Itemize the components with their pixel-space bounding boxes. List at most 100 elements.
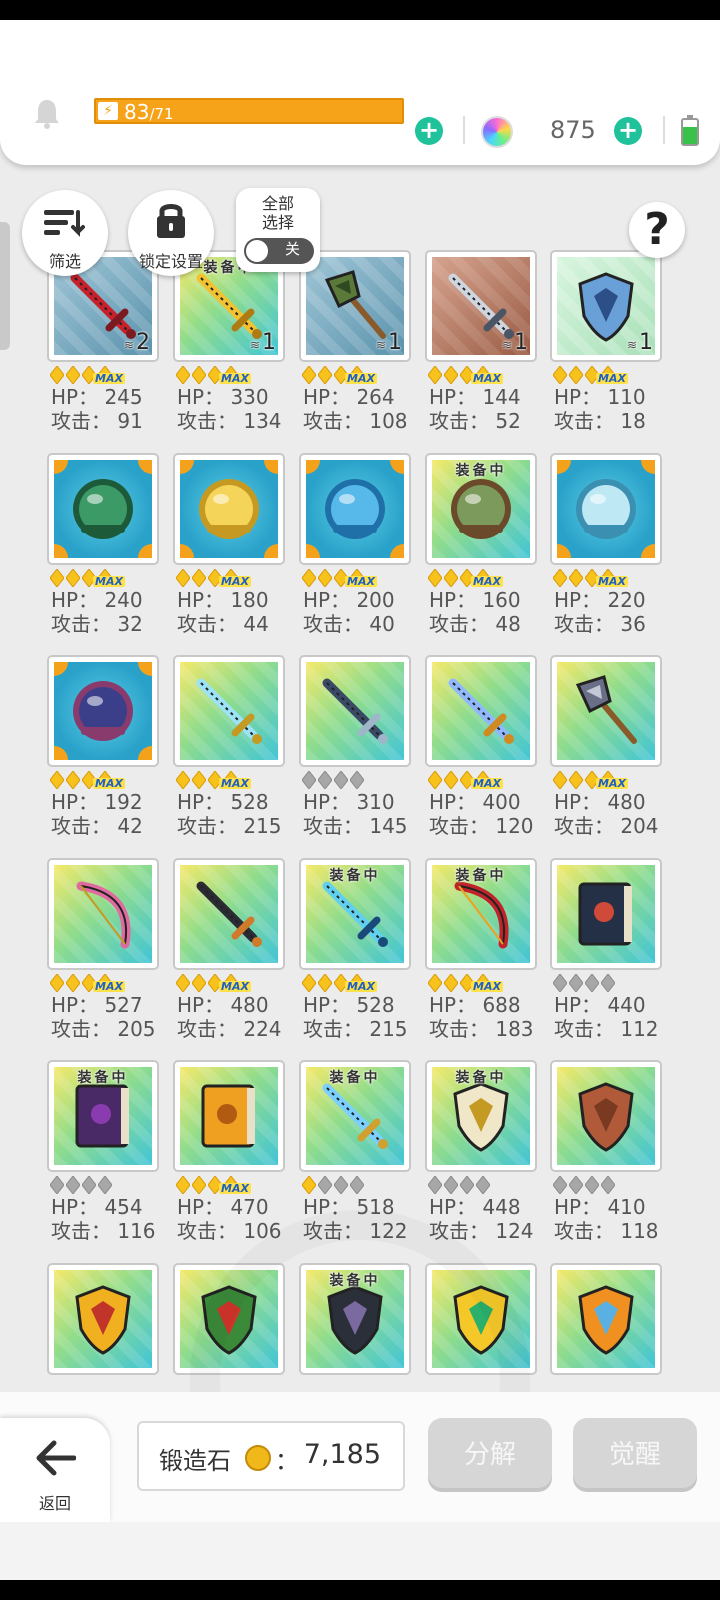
gold-star-icon	[66, 771, 80, 789]
stack-icon: ≋	[123, 338, 134, 352]
equipment-card[interactable]: HP： 410 攻击： 118	[550, 1060, 662, 1260]
attack-stat: 攻击： 32	[51, 612, 143, 636]
hp-stat: HP： 160	[429, 588, 521, 612]
dark-lance-icon	[322, 678, 388, 744]
flame-bow-icon	[454, 881, 509, 949]
stack-count: ≋1	[627, 330, 653, 355]
sun-tome-icon	[201, 1084, 255, 1148]
equipment-card[interactable]: ≋2 MAX HP： 245 攻击： 91	[47, 250, 159, 450]
select-all-toggle[interactable]: 关	[244, 238, 314, 264]
gray-star-icon	[569, 1176, 583, 1194]
equipped-badge: 装备中	[329, 868, 381, 884]
max-level-tag: MAX	[471, 372, 503, 385]
filter-button[interactable]: 筛选	[22, 190, 108, 276]
max-level-tag: MAX	[219, 575, 251, 588]
lock-settings-button[interactable]: 锁定设置	[128, 190, 214, 276]
equipment-art	[54, 460, 152, 558]
gold-star-icon	[318, 366, 332, 384]
gold-star-icon	[50, 569, 64, 587]
equipment-card[interactable]: MAX HP： 480 攻击： 224	[173, 858, 285, 1058]
equipment-card[interactable]: MAX HP： 192 攻击： 42	[47, 655, 159, 855]
equipment-art	[557, 1270, 655, 1368]
attack-stat: 攻击： 42	[51, 814, 143, 838]
max-level-tag: MAX	[471, 575, 503, 588]
gold-star-icon	[428, 771, 442, 789]
attack-stat: 攻击： 205	[51, 1017, 156, 1041]
max-level-tag: MAX	[471, 980, 503, 993]
hp-stat: HP： 264	[303, 385, 395, 409]
equipment-grid: ≋2 MAX HP： 245 攻击： 91 装备中 ≋1 MAX HP： 330 攻击： 134…	[0, 0, 720, 1392]
gold-star-icon	[176, 974, 190, 992]
equipment-card[interactable]: 装备中 MAX HP： 528 攻击： 215	[299, 858, 411, 1058]
select-all-line1: 全部	[261, 194, 294, 213]
equipment-card[interactable]: 装备中 MAX HP： 688 攻击： 183	[425, 858, 537, 1058]
equipment-card[interactable]: MAX HP： 200 攻击： 40	[299, 453, 411, 653]
equipment-card[interactable]: MAX HP： 480 攻击： 204	[550, 655, 662, 855]
gold-star-icon	[66, 569, 80, 587]
stack-count: ≋1	[502, 330, 528, 355]
stack-count: ≋2	[124, 330, 150, 355]
night-orb-icon	[73, 681, 133, 741]
gold-star-icon	[66, 366, 80, 384]
select-all-line2: 选择	[261, 213, 294, 232]
equipment-card[interactable]: MAX HP： 180 攻击： 44	[173, 453, 285, 653]
attack-stat: 攻击： 48	[429, 612, 521, 636]
lock-icon	[157, 204, 185, 238]
gray-star-icon	[444, 1176, 458, 1194]
forge-stone-label: 锻造石	[159, 1447, 231, 1475]
hp-stat: HP： 480	[554, 790, 646, 814]
gray-star-icon	[50, 1176, 64, 1194]
gold-star-icon	[318, 569, 332, 587]
equipment-card[interactable]: MAX HP： 240 攻击： 32	[47, 453, 159, 653]
gold-star-icon	[553, 366, 567, 384]
stack-count-value: 1	[262, 330, 276, 355]
purple-tome-icon	[75, 1084, 129, 1148]
gray-star-icon	[318, 771, 332, 789]
equipment-card[interactable]: MAX HP： 220 攻击： 36	[550, 453, 662, 653]
equipment-card[interactable]: MAX HP： 400 攻击： 120	[425, 655, 537, 855]
gold-star-icon	[192, 569, 206, 587]
back-arrow-icon	[36, 1440, 76, 1476]
gold-star-icon	[444, 771, 458, 789]
equipment-card[interactable]: HP： 440 攻击： 112	[550, 858, 662, 1058]
crystal-orb-icon	[576, 479, 636, 539]
equipped-badge: 装备中	[455, 868, 507, 884]
gray-star-icon	[601, 974, 615, 992]
winged-badge-icon	[75, 1285, 131, 1355]
equipment-card[interactable]: MAX HP： 470 攻击： 106	[173, 1060, 285, 1260]
gray-star-icon	[601, 1176, 615, 1194]
back-button[interactable]: 返回	[0, 1418, 110, 1522]
gold-star-icon	[176, 771, 190, 789]
gold-star-icon	[176, 366, 190, 384]
star-rating: MAX	[428, 972, 538, 994]
hp-stat: HP： 180	[177, 588, 269, 612]
sort-filter-icon	[44, 210, 85, 237]
forge-stone-counter: 锻造石 ： 7,185	[137, 1421, 405, 1491]
max-level-tag: MAX	[471, 777, 503, 790]
equipment-card[interactable]: ≋1 MAX HP： 144 攻击： 52	[425, 250, 537, 450]
help-button[interactable]: ?	[629, 202, 685, 258]
equipment-card[interactable]: 装备中 HP： 454 攻击： 116	[47, 1060, 159, 1260]
equipment-card[interactable]: MAX HP： 527 攻击： 205	[47, 858, 159, 1058]
filter-label: 筛选	[48, 252, 81, 271]
equipment-card[interactable]: 装备中 MAX HP： 160 攻击： 48	[425, 453, 537, 653]
equipment-card[interactable]: ≋1 MAX HP： 264 攻击： 108	[299, 250, 411, 450]
decompose-button[interactable]: 分解	[428, 1418, 552, 1492]
equipment-art	[557, 865, 655, 963]
stack-icon: ≋	[375, 338, 386, 352]
gold-star-icon	[318, 974, 332, 992]
stack-icon: ≋	[249, 338, 260, 352]
gold-star-icon	[444, 974, 458, 992]
equipment-frame	[173, 1060, 285, 1172]
war-axe-icon	[575, 675, 637, 744]
stack-count-value: 2	[136, 330, 150, 355]
awaken-button[interactable]: 觉醒	[573, 1418, 697, 1492]
gold-star-icon	[50, 366, 64, 384]
equipment-card[interactable]: ≋1 MAX HP： 110 攻击： 18	[550, 250, 662, 450]
gold-star-icon	[192, 771, 206, 789]
equipment-card[interactable]: MAX HP： 528 攻击： 215	[173, 655, 285, 855]
gold-star-icon	[192, 974, 206, 992]
equipment-card[interactable]: HP： 310 攻击： 145	[299, 655, 411, 855]
equipment-card[interactable]: 装备中 ≋1 MAX HP： 330 攻击： 134	[173, 250, 285, 450]
hp-stat: HP： 480	[177, 993, 269, 1017]
